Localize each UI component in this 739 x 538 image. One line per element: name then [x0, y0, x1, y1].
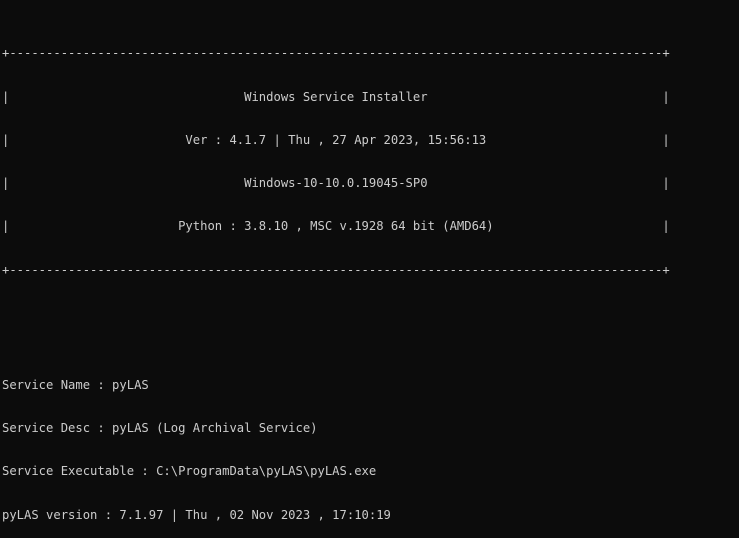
banner-title-row: | Windows Service Installer | [2, 89, 670, 104]
banner-version-row: | Ver : 4.1.7 | Thu , 27 Apr 2023, 15:56… [2, 132, 670, 147]
service-executable-line: Service Executable : C:\ProgramData\pyLA… [2, 464, 377, 479]
pylas-version-line: pyLAS version : 7.1.97 | Thu , 02 Nov 20… [2, 507, 391, 522]
terminal-output-buffer: +---------------------------------------… [2, 3, 670, 538]
banner-os-row: | Windows-10-10.0.19045-SP0 | [2, 176, 670, 191]
terminal-window[interactable]: +---------------------------------------… [0, 0, 739, 538]
service-desc-line: Service Desc : pyLAS (Log Archival Servi… [2, 421, 318, 436]
banner-python-row: | Python : 3.8.10 , MSC v.1928 64 bit (A… [2, 219, 670, 234]
banner-border-top: +---------------------------------------… [2, 46, 670, 61]
spacer-line [2, 320, 670, 334]
service-name-line: Service Name : pyLAS [2, 377, 149, 392]
banner-border-bottom: +---------------------------------------… [2, 262, 670, 277]
